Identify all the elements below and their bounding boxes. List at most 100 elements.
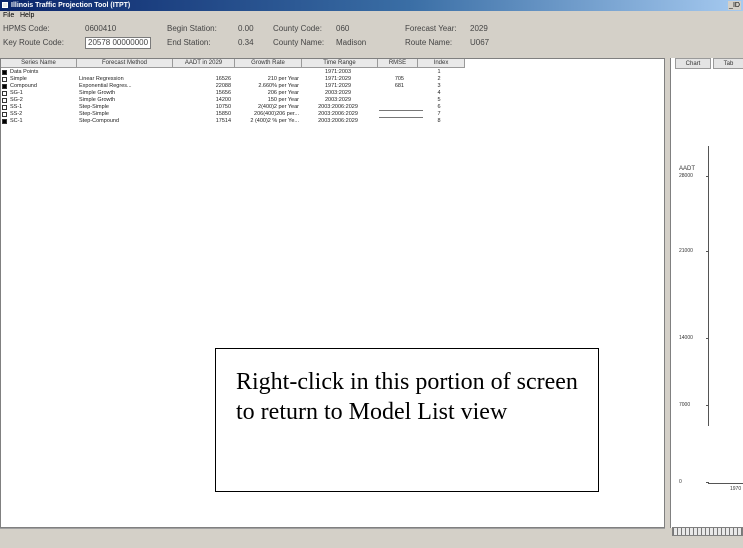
cell-growth: 2 (400)2 % per Ye... xyxy=(250,118,299,124)
cell-range: 2003:2006:2029 xyxy=(318,104,358,110)
cell-name: SS-1 xyxy=(10,104,23,110)
y-tick-21000: 21000 xyxy=(679,248,693,254)
instruction-callout: Right-click in this portion of screen to… xyxy=(215,348,599,492)
tab-table[interactable]: Tab xyxy=(713,58,743,69)
cell-aadt: 22088 xyxy=(215,83,231,89)
cell-name: Data Points xyxy=(10,69,39,75)
y-axis-line xyxy=(708,146,709,426)
cell-method: Simple Growth xyxy=(79,90,116,96)
cell-index: 5 xyxy=(437,97,441,103)
cell-range: 2003:2029 xyxy=(325,90,351,96)
table-row[interactable]: SC-1 Step-Compound 17514 2 (400)2 % per Ye.… xyxy=(1,118,664,125)
county-name-label: County Name: xyxy=(273,38,325,47)
col-index[interactable]: Index xyxy=(418,59,465,68)
cell-range: 1971:2029 xyxy=(325,83,351,89)
series-checkbox[interactable] xyxy=(2,77,7,82)
end-station-value: 0.34 xyxy=(238,38,254,47)
cell-method: Step-Simple xyxy=(79,104,109,110)
cell-growth: 206 per Year xyxy=(267,90,299,96)
y-tick-28000: 28000 xyxy=(679,173,693,179)
key-route-field[interactable]: 20578 00000000 xyxy=(85,37,152,49)
col-series-name[interactable]: Series Name xyxy=(1,59,77,68)
col-aadt[interactable]: AADT in 2029 xyxy=(173,59,235,68)
cell-growth: 2.660% per Year xyxy=(258,83,299,89)
cell-name: SG-2 xyxy=(10,97,23,103)
end-station-label: End Station: xyxy=(167,38,211,47)
cell-name: Simple xyxy=(10,76,27,82)
cell-aadt: 10750 xyxy=(215,104,231,110)
county-code-value: 060 xyxy=(336,24,350,33)
table-row[interactable]: Compound Exponential Regres... 22088 2.660%… xyxy=(1,83,664,90)
cell-range: 1971:2003 xyxy=(325,69,351,75)
menu-help[interactable]: Help xyxy=(20,11,34,21)
series-checkbox[interactable] xyxy=(2,105,7,110)
forecast-year-label: Forecast Year: xyxy=(405,24,457,33)
hpms-code-value: 0600410 xyxy=(85,24,117,33)
cell-method: Exponential Regres... xyxy=(79,83,132,89)
series-checkbox[interactable] xyxy=(2,119,7,124)
cell-index: 8 xyxy=(437,118,441,124)
cell-method: Linear Regression xyxy=(79,76,124,82)
cell-range: 2003:2006:2029 xyxy=(318,118,358,124)
col-forecast-method[interactable]: Forecast Method xyxy=(77,59,173,68)
cell-growth: 2(400)2 per Year xyxy=(258,104,299,110)
cell-name: Compound xyxy=(10,83,37,89)
window-title: Illinois Traffic Projection Tool (ITPT) xyxy=(11,2,131,9)
table-row[interactable]: Simple Linear Regression 16526 210 per Year… xyxy=(1,76,664,83)
tab-chart[interactable]: Chart xyxy=(675,58,711,69)
app-icon xyxy=(2,2,8,8)
table-row[interactable]: SS-1 Step-Simple 10750 2(400)2 per Year 2003… xyxy=(1,104,664,111)
cell-range: 2003:2006:2029 xyxy=(318,111,358,117)
series-checkbox[interactable] xyxy=(2,98,7,103)
cell-name: SG-1 xyxy=(10,90,23,96)
route-name-value: U067 xyxy=(470,38,490,47)
series-checkbox[interactable] xyxy=(2,112,7,117)
forecast-year-value: 2029 xyxy=(470,24,488,33)
cell-method: Step-Simple xyxy=(79,111,109,117)
table-row[interactable]: Data Points 1971:2003 1 xyxy=(1,69,664,76)
cell-name: SS-2 xyxy=(10,111,23,117)
begin-station-value: 0.00 xyxy=(238,24,254,33)
cell-rmse: 705 xyxy=(394,76,404,82)
cell-index: 3 xyxy=(437,83,441,89)
begin-station-label: Begin Station: xyxy=(167,24,217,33)
y-tick-0: 0 xyxy=(679,479,682,485)
title-bar: Illinois Traffic Projection Tool (ITPT) … xyxy=(0,0,743,11)
cell-growth: 150 per Year xyxy=(267,97,299,103)
cell-aadt: 15850 xyxy=(215,111,231,117)
cell-method: Simple Growth xyxy=(79,97,116,103)
status-bar xyxy=(0,528,665,548)
chart-panel[interactable]: Chart Tab AADT 28000 21000 14000 7000 0 xyxy=(670,58,743,528)
chart-scrollbar[interactable] xyxy=(672,527,743,536)
cell-aadt: 17514 xyxy=(215,118,231,124)
table-row[interactable]: SG-2 Simple Growth 14200 150 per Year 2003:2… xyxy=(1,97,664,104)
cell-rmse: 681 xyxy=(394,83,404,89)
window-controls[interactable]: _ID xyxy=(728,1,741,10)
hpms-code-label: HPMS Code: xyxy=(3,24,50,33)
cell-range: 2003:2029 xyxy=(325,97,351,103)
series-checkbox[interactable] xyxy=(2,91,7,96)
cell-aadt: 16526 xyxy=(215,76,231,82)
cell-index: 6 xyxy=(437,104,441,110)
col-rmse[interactable]: RMSE xyxy=(378,59,418,68)
series-checkbox[interactable] xyxy=(2,84,7,89)
cell-index: 7 xyxy=(437,111,441,117)
callout-text: Right-click in this portion of screen to… xyxy=(236,369,578,425)
col-time-range[interactable]: Time Range xyxy=(302,59,378,68)
table-row[interactable]: SG-1 Simple Growth 15656 206 per Year 2003:2… xyxy=(1,90,664,97)
cell-method: Step-Compound xyxy=(79,118,120,124)
table-row[interactable]: SS-2 Step-Simple 15850 206(400)206 per... 20… xyxy=(1,111,664,118)
menu-file[interactable]: File xyxy=(3,11,14,21)
cell-growth: 210 per Year xyxy=(267,76,299,82)
cell-index: 2 xyxy=(437,76,441,82)
series-checkbox[interactable] xyxy=(2,70,7,75)
y-tick-7000: 7000 xyxy=(679,402,691,408)
y-axis-label: AADT xyxy=(679,166,696,172)
county-code-label: County Code: xyxy=(273,24,322,33)
cell-range: 1971:2029 xyxy=(325,76,351,82)
x-tick-1970: 1970 xyxy=(730,486,742,492)
x-axis-line xyxy=(708,483,743,484)
cell-index: 4 xyxy=(437,90,441,96)
col-growth-rate[interactable]: Growth Rate xyxy=(235,59,302,68)
cell-index: 1 xyxy=(437,69,441,75)
